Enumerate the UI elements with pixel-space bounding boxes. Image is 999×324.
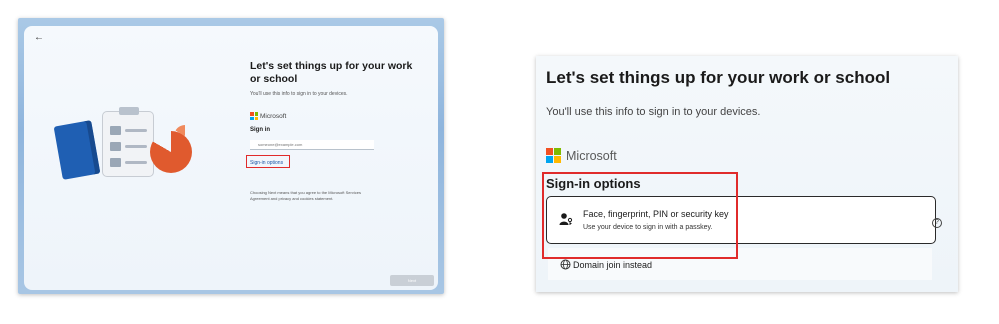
page-title: Let's set things up for your work or sch…	[250, 60, 413, 85]
book-icon	[53, 120, 101, 180]
highlight-box	[542, 172, 738, 259]
microsoft-brand-label: Microsoft	[566, 148, 617, 163]
back-arrow-icon[interactable]: ←	[34, 32, 44, 43]
help-icon[interactable]: ?	[932, 218, 942, 228]
next-button[interactable]: Next	[390, 275, 434, 286]
microsoft-logo: Microsoft	[250, 112, 286, 120]
email-input[interactable]	[250, 140, 374, 150]
illustration	[53, 107, 204, 201]
terms-text: Choosing Next means that you agree to th…	[250, 190, 361, 201]
page-subtitle: You'll use this info to sign in to your …	[250, 91, 348, 97]
microsoft-logo-icon	[250, 112, 258, 120]
signin-heading: Sign in	[250, 127, 270, 133]
clipboard-icon	[102, 107, 154, 177]
microsoft-brand-label: Microsoft	[260, 112, 287, 120]
microsoft-logo-icon	[546, 148, 561, 163]
oobe-dialog: ← Let's set things up for your work or s…	[24, 26, 438, 290]
left-screenshot: ← Let's set things up for your work or s…	[18, 18, 444, 294]
page-title: Let's set things up for your work or sch…	[546, 68, 891, 87]
domain-join-label: Domain join instead	[573, 260, 653, 270]
globe-icon	[560, 259, 571, 270]
page-subtitle: You'll use this info to sign in to your …	[546, 106, 761, 118]
pie-slice-icon	[174, 125, 196, 147]
highlight-box	[246, 155, 290, 168]
microsoft-logo: Microsoft	[546, 148, 617, 163]
